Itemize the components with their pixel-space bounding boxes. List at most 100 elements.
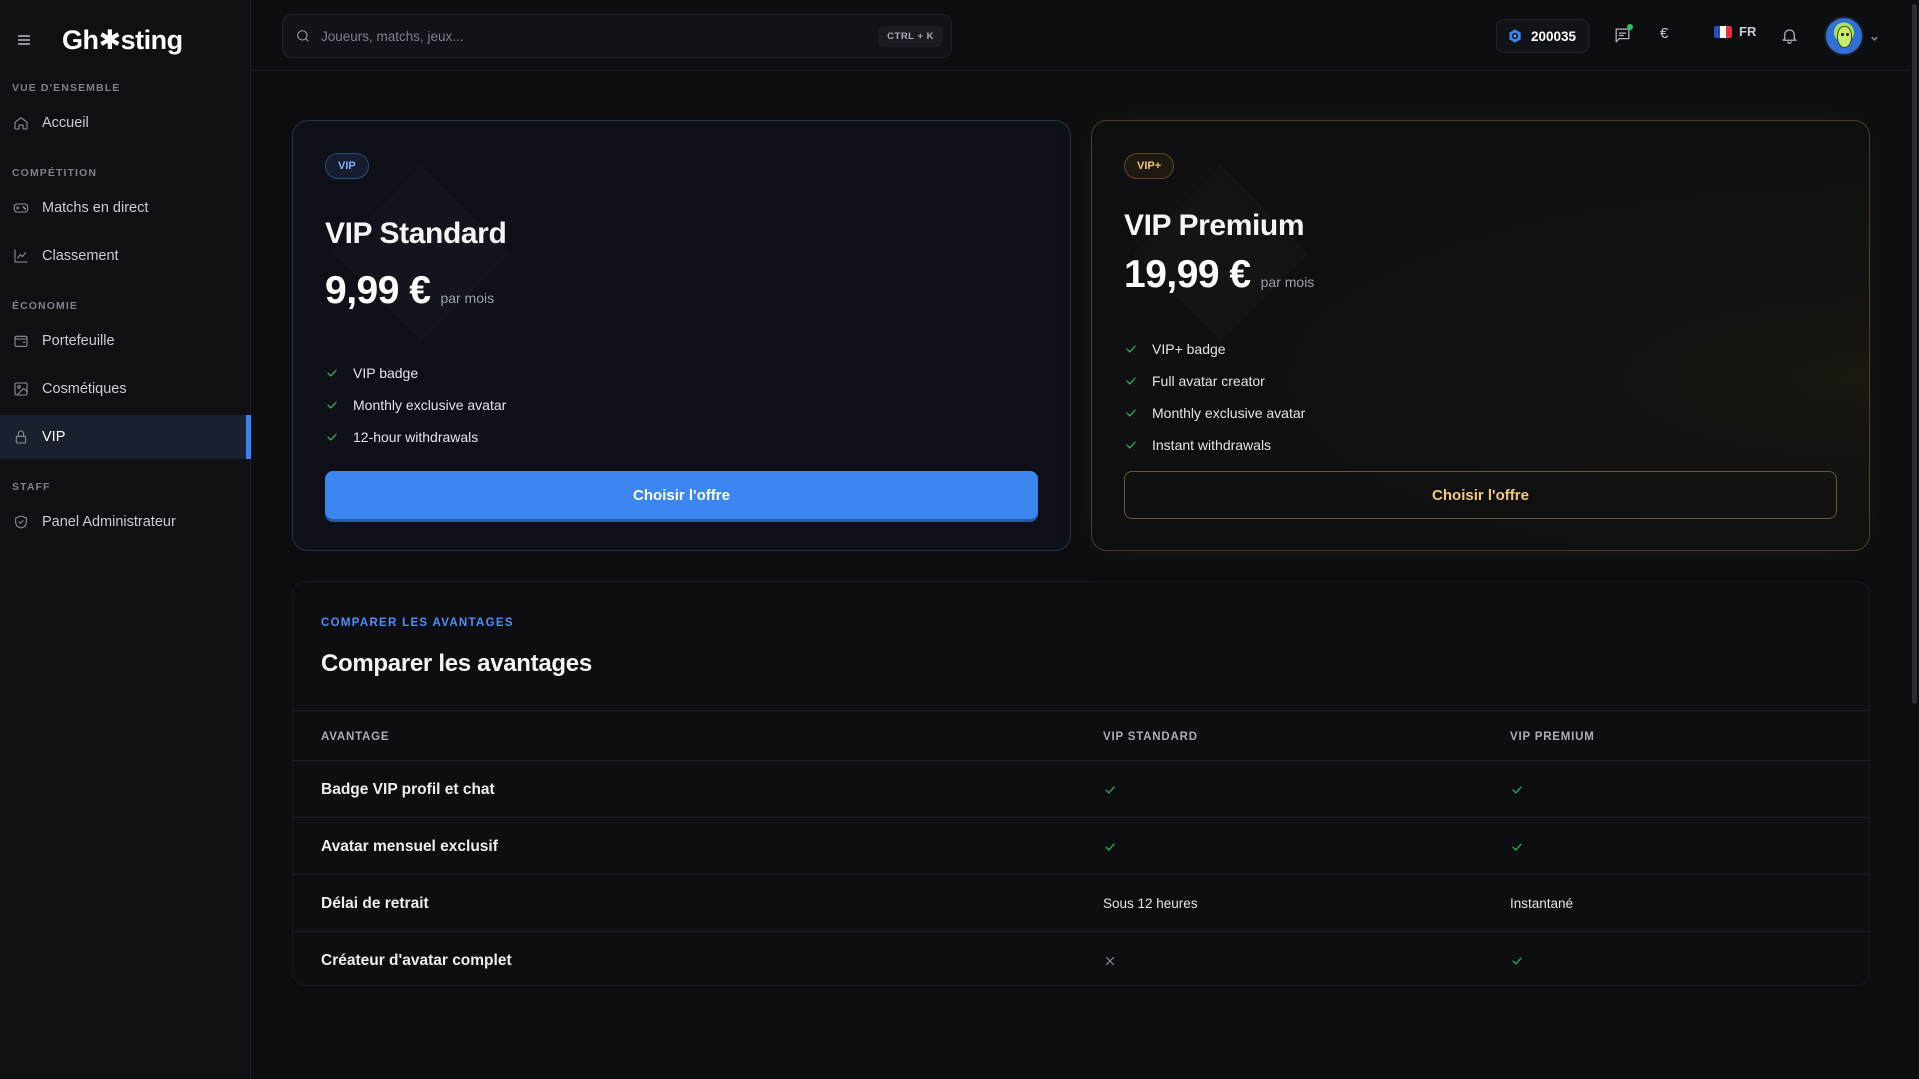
avatar-eye (1841, 33, 1844, 36)
sidebar-item-classement[interactable]: Classement (0, 234, 251, 278)
row-label: Créateur d'avatar complet (321, 951, 512, 969)
image-icon (13, 381, 29, 397)
sidebar-item-cosmetiques[interactable]: Cosmétiques (0, 367, 251, 411)
check-icon (1126, 345, 1136, 353)
check-icon (1105, 786, 1115, 793)
sidebar-item-vip[interactable]: VIP (0, 415, 251, 459)
row-label: Badge VIP profil et chat (321, 780, 495, 798)
standard-cell (1103, 932, 1117, 989)
avatar[interactable] (1824, 16, 1864, 56)
feature-list: VIP badge Monthly exclusive avatar 12-ho… (325, 357, 506, 453)
coin-icon (1509, 29, 1521, 43)
choose-standard-button[interactable]: Choisir l'offre (325, 471, 1038, 519)
search-icon (297, 30, 309, 42)
check-icon (1512, 957, 1522, 964)
sidebar-item-label: Panel Administrateur (42, 514, 176, 530)
price-period: par mois (1260, 274, 1315, 290)
feature-label: Instant withdrawals (1152, 437, 1272, 453)
sidebar-item-matchs[interactable]: Matchs en direct (0, 186, 251, 230)
section-title-competition: COMPÉTITION (12, 167, 98, 179)
sidebar: Gh✱sting VUE D'ENSEMBLE Accueil COMPÉTIT… (0, 0, 251, 1079)
topbar: CTRL + K 200035 € FR (252, 0, 1919, 71)
standard-cell (1103, 761, 1117, 818)
sidebar-item-label: Accueil (42, 115, 89, 131)
standard-cell (1103, 818, 1117, 875)
premium-cell (1510, 761, 1524, 818)
logo[interactable]: Gh✱sting (62, 25, 183, 56)
language-selector[interactable]: FR (1714, 24, 1756, 39)
price-row: 9,99 € par mois (325, 269, 494, 313)
column-header: VIP PREMIUM (1510, 730, 1595, 743)
standard-cell: Sous 12 heures (1103, 896, 1198, 911)
check-icon (327, 369, 337, 377)
messages-button[interactable] (1611, 24, 1633, 46)
section-title-overview: VUE D'ENSEMBLE (12, 82, 121, 94)
plan-badge: VIP+ (1124, 153, 1175, 179)
language-label: FR (1739, 24, 1757, 39)
table-header: AVANTAGE VIP STANDARD VIP PREMIUM (293, 710, 1869, 761)
lock-icon (13, 429, 29, 445)
avatar-eye (1846, 33, 1849, 36)
shortcut-hint: CTRL + K (878, 25, 943, 47)
plan-badge: VIP (325, 153, 369, 179)
section-title-staff: STAFF (12, 481, 51, 493)
wallet-icon (13, 333, 29, 349)
sidebar-item-label: Matchs en direct (42, 200, 149, 216)
feature-item: Monthly exclusive avatar (1124, 397, 1305, 429)
france-flag-icon (1714, 25, 1732, 38)
feature-label: VIP badge (353, 365, 419, 381)
price-row: 19,99 € par mois (1124, 253, 1314, 297)
check-icon (1512, 786, 1522, 793)
check-icon (1126, 441, 1136, 449)
sidebar-item-admin[interactable]: Panel Administrateur (0, 500, 251, 544)
plan-price: 19,99 € (1124, 253, 1251, 296)
coin-balance[interactable]: 200035 (1496, 19, 1590, 53)
scrollbar[interactable] (1910, 0, 1919, 1079)
feature-item: 12-hour withdrawals (325, 421, 506, 453)
sidebar-item-label: Cosmétiques (42, 381, 127, 397)
search-input[interactable] (321, 28, 879, 44)
feature-item: VIP+ badge (1124, 333, 1305, 365)
feature-item: Full avatar creator (1124, 365, 1305, 397)
sidebar-item-accueil[interactable]: Accueil (0, 101, 251, 145)
feature-label: Monthly exclusive avatar (353, 397, 507, 413)
shield-icon (13, 514, 29, 530)
premium-cell (1510, 932, 1524, 989)
feature-label: Full avatar creator (1152, 373, 1265, 389)
chevron-down-icon[interactable] (1870, 30, 1879, 41)
currency-selector[interactable]: € (1660, 25, 1668, 42)
sidebar-item-portefeuille[interactable]: Portefeuille (0, 319, 251, 363)
row-label: Délai de retrait (321, 894, 429, 912)
column-header: VIP STANDARD (1103, 730, 1198, 743)
table-row: Délai de retrait Sous 12 heures Instanta… (293, 875, 1869, 932)
search-bar[interactable]: CTRL + K (282, 14, 952, 58)
check-icon (327, 401, 337, 409)
choose-premium-button[interactable]: Choisir l'offre (1124, 471, 1837, 519)
comparison-section: COMPARER LES AVANTAGES Comparer les avan… (292, 581, 1870, 986)
scrollbar-thumb[interactable] (1912, 4, 1917, 704)
feature-item: VIP badge (325, 357, 506, 389)
notification-dot (1627, 24, 1633, 30)
premium-cell: Instantané (1510, 896, 1574, 911)
feature-item: Monthly exclusive avatar (325, 389, 506, 421)
close-icon (1105, 956, 1115, 965)
feature-item: Instant withdrawals (1124, 429, 1305, 461)
feature-list: VIP+ badge Full avatar creator Monthly e… (1124, 333, 1305, 461)
brand: Gh✱sting (18, 22, 183, 58)
price-period: par mois (440, 290, 495, 306)
notifications-button[interactable] (1778, 24, 1800, 46)
plan-title: VIP Standard (325, 217, 507, 250)
check-icon (327, 433, 337, 441)
bell-icon (1782, 28, 1796, 44)
feature-label: Monthly exclusive avatar (1152, 405, 1306, 421)
feature-label: 12-hour withdrawals (353, 429, 479, 445)
avatar-face (1837, 26, 1852, 48)
table-row: Avatar mensuel exclusif (293, 818, 1869, 875)
table-row: Badge VIP profil et chat (293, 761, 1869, 818)
menu-icon[interactable] (18, 34, 32, 46)
plan-card-premium: ◆ VIP+ VIP Premium 19,99 € par mois VIP+… (1091, 120, 1870, 551)
sidebar-item-label: VIP (42, 429, 66, 445)
section-title: Comparer les avantages (321, 650, 592, 677)
section-title-economie: ÉCONOMIE (12, 300, 78, 312)
plan-title: VIP Premium (1124, 209, 1305, 242)
